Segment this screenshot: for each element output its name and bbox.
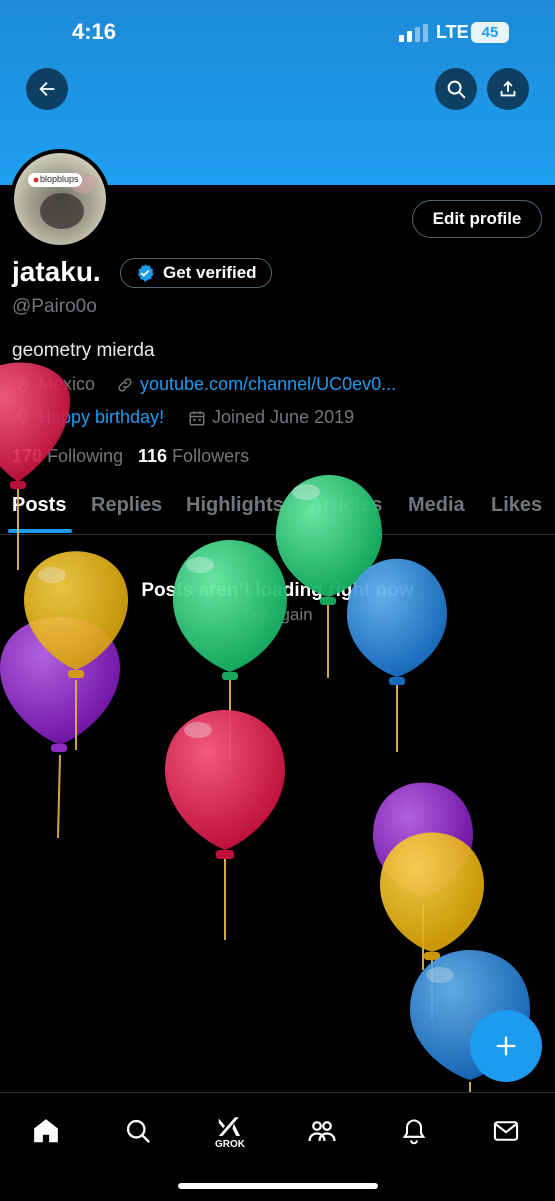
- followers-count: 116: [138, 446, 168, 466]
- location-icon: [16, 376, 30, 394]
- active-tab-indicator: [8, 529, 72, 533]
- location-text: Mexico: [38, 374, 96, 394]
- back-button[interactable]: [26, 68, 68, 110]
- following-label: Following: [47, 446, 124, 466]
- nav-home[interactable]: [22, 1107, 70, 1155]
- edit-profile-button[interactable]: Edit profile: [412, 200, 542, 238]
- avatar[interactable]: blopblups: [10, 149, 110, 249]
- balloon-purple-2: [373, 782, 473, 970]
- share-button[interactable]: [487, 68, 529, 110]
- retry-button[interactable]: Try again: [0, 605, 555, 625]
- status-bar: 4:16 LTE 45: [0, 0, 555, 66]
- network-label: LTE: [436, 22, 469, 42]
- bio-text: geometry mierda: [12, 340, 155, 361]
- user-handle: @Pairo0o: [12, 296, 97, 317]
- battery-icon: 45: [471, 22, 509, 43]
- messages-icon: [493, 1121, 519, 1141]
- tab-replies[interactable]: Replies: [91, 494, 162, 517]
- tab-articles[interactable]: Articles: [309, 494, 382, 517]
- link-icon: [118, 377, 132, 392]
- share-icon: [500, 80, 516, 97]
- search-button[interactable]: [435, 68, 477, 110]
- home-indicator: [178, 1183, 378, 1189]
- profile-tabs: Posts Replies Highlights Articles Media …: [0, 490, 555, 535]
- nav-communities[interactable]: [298, 1107, 346, 1155]
- nav-messages[interactable]: [482, 1107, 530, 1155]
- birthday: Happy birthday!: [14, 407, 164, 428]
- search-icon: [126, 1119, 150, 1143]
- get-verified-button[interactable]: Get verified: [120, 258, 272, 288]
- search-icon: [447, 80, 466, 99]
- compose-button[interactable]: [470, 1010, 542, 1082]
- balloon-purple-1: [0, 617, 120, 839]
- nav-notifications[interactable]: [390, 1107, 438, 1155]
- get-verified-label: Get verified: [163, 263, 257, 282]
- avatar-image: [14, 153, 106, 245]
- signal-icon: [399, 24, 428, 42]
- plus-icon: [496, 1036, 516, 1056]
- tab-likes[interactable]: Likes: [491, 494, 542, 517]
- grok-icon: [218, 1116, 240, 1136]
- status-time: 4:16: [72, 19, 117, 44]
- tab-posts[interactable]: Posts: [12, 494, 66, 517]
- avatar-sticker-text: blopblups: [40, 174, 79, 184]
- website-link[interactable]: youtube.com/channel/UC0ev0...: [116, 374, 396, 395]
- joined-text: Joined June 2019: [212, 407, 355, 427]
- feed-error-title: Posts aren’t loading right now: [141, 580, 414, 601]
- balloon-yellow-2: [380, 832, 484, 1020]
- followers-link[interactable]: 116 Followers: [138, 446, 249, 467]
- nav-search[interactable]: [114, 1107, 162, 1155]
- arrow-left-icon: [39, 81, 55, 97]
- following-count: 170: [12, 446, 43, 466]
- birthday-text[interactable]: Happy birthday!: [38, 407, 164, 428]
- location: Mexico: [14, 374, 95, 395]
- notifications-icon: [402, 1119, 426, 1145]
- verified-badge-icon: [137, 264, 154, 282]
- grok-label: GROK: [215, 1138, 245, 1150]
- nav-grok[interactable]: GROK: [206, 1107, 254, 1155]
- followers-label: Followers: [172, 446, 250, 466]
- home-icon: [34, 1119, 58, 1143]
- balloon-green-1: [173, 540, 287, 760]
- website-text[interactable]: youtube.com/channel/UC0ev0...: [140, 374, 396, 395]
- balloon-icon: [17, 409, 29, 425]
- communities-icon: [308, 1121, 336, 1142]
- balloon-red-2: [165, 710, 285, 940]
- battery-level: 45: [481, 24, 499, 41]
- display-name: jataku.: [12, 256, 101, 287]
- tab-media[interactable]: Media: [408, 494, 465, 517]
- calendar-icon: [189, 410, 205, 425]
- tab-highlights[interactable]: Highlights: [186, 494, 284, 517]
- following-link[interactable]: 170 Following: [12, 446, 123, 467]
- joined-date: Joined June 2019: [188, 407, 354, 428]
